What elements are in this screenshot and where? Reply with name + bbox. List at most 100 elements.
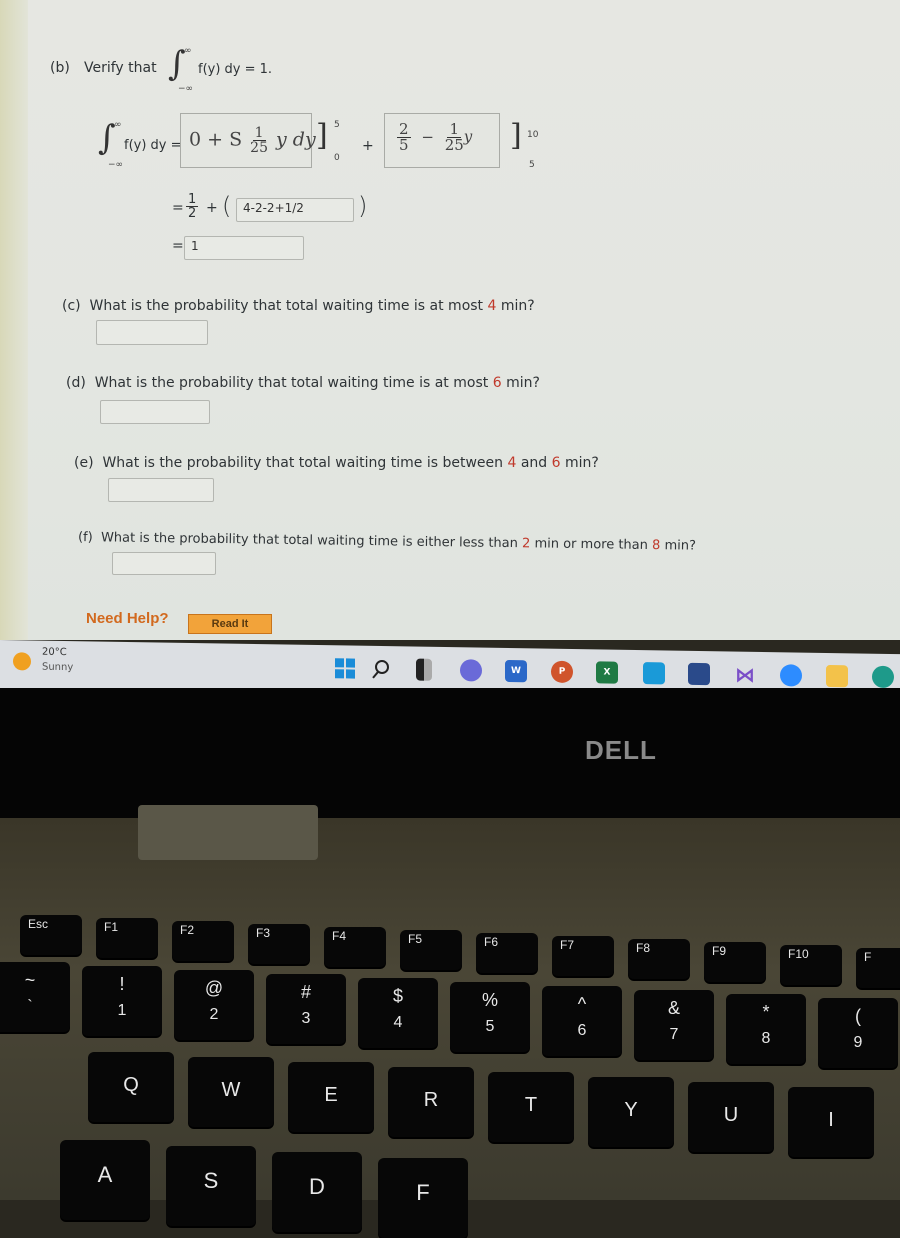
edge-icon[interactable]: [872, 665, 894, 689]
upper-limit-2: ∞: [114, 120, 122, 130]
key-label: 1: [117, 1002, 127, 1019]
part-f-value-1: 2: [521, 536, 531, 552]
part-d-answer-input[interactable]: [100, 400, 210, 424]
plus-sign-2: +: [206, 200, 218, 216]
powerpoint-icon[interactable]: P: [551, 660, 573, 684]
read-it-button[interactable]: Read It: [188, 614, 272, 634]
key-f1[interactable]: F1: [96, 918, 158, 958]
key-i[interactable]: I: [788, 1087, 874, 1157]
key-f3[interactable]: F3: [248, 924, 310, 964]
windows-start-icon[interactable]: [334, 657, 356, 679]
key-1[interactable]: ! 1: [82, 966, 162, 1036]
step2-input[interactable]: 4-2-2+1/2: [236, 198, 354, 222]
key-label: F9: [712, 944, 727, 958]
part-f-answer-input[interactable]: [112, 552, 216, 575]
key-label: *: [762, 1002, 770, 1022]
weather-temp[interactable]: 20°C: [42, 647, 67, 658]
key-u[interactable]: U: [688, 1082, 774, 1152]
key-esc[interactable]: Esc: [20, 915, 82, 955]
key-label: E: [324, 1084, 338, 1106]
key-label: Q: [123, 1074, 139, 1096]
integral-box-2[interactable]: 2 5 − 1 25 y: [384, 113, 500, 168]
word-icon[interactable]: W: [505, 659, 527, 683]
key-a[interactable]: A: [60, 1140, 150, 1220]
bracket1-lower: 0: [334, 153, 340, 163]
key-s[interactable]: S: [166, 1146, 256, 1226]
key-label: D: [309, 1174, 325, 1199]
key-f9[interactable]: F9: [704, 942, 766, 982]
part-c-answer-input[interactable]: [96, 320, 208, 345]
key-5[interactable]: % 5: [450, 982, 530, 1052]
key-t[interactable]: T: [488, 1072, 574, 1142]
dell-logo: DELL: [585, 735, 657, 765]
part-b-integrand: f(y) dy = 1.: [198, 62, 273, 77]
key-f8[interactable]: F8: [628, 939, 690, 979]
key-label: F2: [180, 923, 195, 937]
box2-fraction-1: 2 5: [397, 120, 411, 154]
left-edge: [0, 0, 28, 640]
key-label: `: [27, 998, 33, 1015]
key-label: U: [723, 1104, 739, 1126]
key-label: F8: [636, 941, 651, 955]
key-r[interactable]: R: [388, 1067, 474, 1137]
key-label: 2: [209, 1006, 219, 1023]
integral-box-1[interactable]: 0 + S 1 25 y dy: [180, 113, 316, 168]
key-label: (: [855, 1006, 861, 1026]
key-f[interactable]: F: [856, 948, 900, 988]
part-e-answer-input[interactable]: [108, 478, 214, 502]
box1-fraction: 1 25: [250, 125, 268, 156]
key-8[interactable]: * 8: [726, 994, 806, 1064]
key-label: T: [524, 1094, 538, 1116]
key-e[interactable]: E: [288, 1062, 374, 1132]
need-help-label: Need Help?: [86, 610, 169, 627]
key-q[interactable]: Q: [88, 1052, 174, 1122]
key-w[interactable]: W: [188, 1057, 274, 1127]
key-label: #: [300, 982, 311, 1002]
key-4[interactable]: $4: [358, 978, 438, 1048]
part-f-value-2: 8: [651, 538, 661, 554]
key-6[interactable]: ^ 6: [542, 986, 622, 1056]
key-7[interactable]: & 7: [634, 990, 714, 1060]
key-f2[interactable]: F2: [172, 921, 234, 961]
key-label: 5: [485, 1018, 495, 1035]
file-explorer-icon[interactable]: [826, 664, 848, 688]
zoom-icon[interactable]: [780, 664, 802, 687]
part-d-question: (d) What is the probability that total w…: [66, 375, 540, 391]
part-f-question: (f) What is the probability that total w…: [77, 530, 697, 554]
box2-fraction-2: 1 25: [444, 120, 464, 154]
result-input[interactable]: 1: [184, 236, 304, 260]
key-label: F7: [560, 938, 575, 952]
key-f6[interactable]: F6: [476, 933, 538, 973]
key-f4[interactable]: F4: [324, 927, 386, 967]
part-c-question: (c) What is the probability that total w…: [62, 298, 535, 314]
mail-icon[interactable]: [643, 662, 665, 685]
open-paren: (: [222, 192, 232, 220]
microsoft-store-icon[interactable]: [688, 662, 710, 686]
laptop-bezel: [0, 688, 900, 818]
search-icon[interactable]: [370, 658, 392, 680]
key-d[interactable]: D: [272, 1152, 362, 1232]
task-view-icon[interactable]: [416, 658, 432, 681]
key-label: %: [481, 990, 498, 1010]
key-label: 8: [761, 1030, 771, 1047]
excel-icon[interactable]: X: [596, 661, 618, 684]
key-label: F4: [332, 929, 347, 943]
part-d-value: 6: [492, 375, 502, 391]
sun-icon[interactable]: [13, 652, 31, 671]
weather-desc[interactable]: Sunny: [42, 662, 73, 673]
key-f5[interactable]: F5: [400, 930, 462, 970]
key-f[interactable]: F: [378, 1158, 468, 1238]
teams-chat-icon[interactable]: [460, 659, 482, 682]
key-y[interactable]: Y: [588, 1077, 674, 1147]
key-f7[interactable]: F7: [552, 936, 614, 976]
bracket2-upper: 10: [527, 130, 539, 140]
part-e-question: (e) What is the probability that total w…: [74, 455, 599, 471]
key-2[interactable]: @2: [174, 970, 254, 1040]
key-f10[interactable]: F10: [780, 945, 842, 985]
key-label: @: [204, 978, 224, 998]
key-`[interactable]: ~ `: [0, 962, 70, 1032]
key-label: R: [423, 1089, 439, 1111]
key-3[interactable]: #3: [266, 974, 346, 1044]
key-9[interactable]: (9: [818, 998, 898, 1068]
visual-studio-icon[interactable]: ⋈: [734, 663, 756, 687]
